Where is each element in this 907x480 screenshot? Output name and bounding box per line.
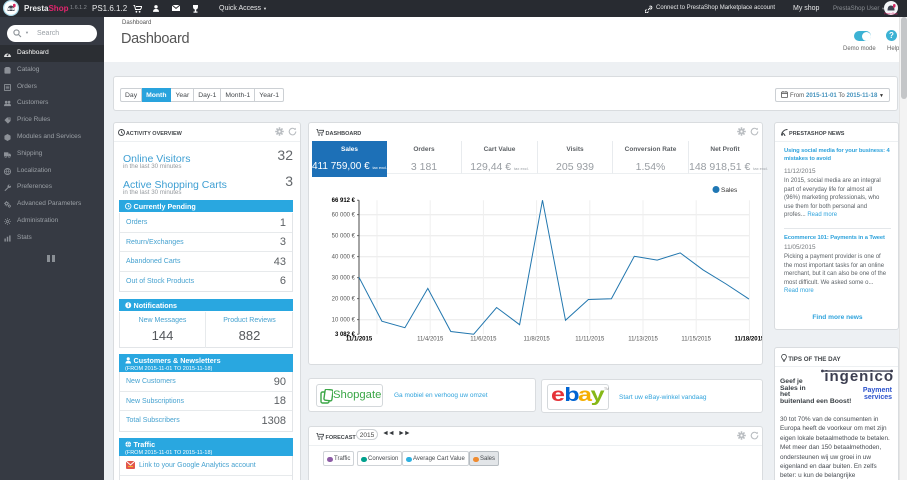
svg-text:11/4/2015: 11/4/2015 xyxy=(417,337,444,343)
svg-text:TM: TM xyxy=(604,387,609,391)
svg-text:11/6/2015: 11/6/2015 xyxy=(470,337,497,343)
svg-text:11/11/2015: 11/11/2015 xyxy=(575,337,605,343)
svg-text:50 000 €: 50 000 € xyxy=(332,234,356,240)
svg-text:11/15/2015: 11/15/2015 xyxy=(681,337,711,343)
svg-text:11/1/2015: 11/1/2015 xyxy=(346,337,373,343)
svg-text:PrestaShop: PrestaShop xyxy=(884,11,898,15)
svg-text:e: e xyxy=(551,384,565,405)
svg-text:11/18/2015: 11/18/2015 xyxy=(735,337,762,343)
svg-text:20 000 €: 20 000 € xyxy=(332,297,356,303)
svg-text:11/13/2015: 11/13/2015 xyxy=(628,337,658,343)
svg-text:40 000 €: 40 000 € xyxy=(332,255,356,261)
svg-text:66 912 €: 66 912 € xyxy=(332,198,356,204)
svg-text:30 000 €: 30 000 € xyxy=(332,276,356,282)
svg-text:60 000 €: 60 000 € xyxy=(332,213,356,219)
svg-text:Sales: Sales xyxy=(721,187,738,194)
svg-text:11/8/2015: 11/8/2015 xyxy=(523,337,550,343)
svg-text:10 000 €: 10 000 € xyxy=(332,318,356,324)
